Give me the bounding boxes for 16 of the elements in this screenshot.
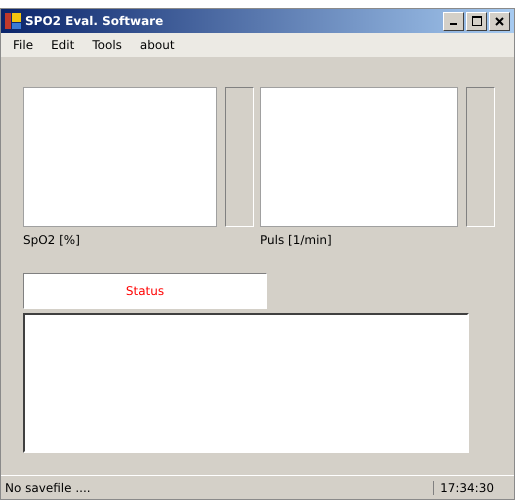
menu-item[interactable]: about xyxy=(140,38,175,52)
status-time: 17:34:30 xyxy=(433,480,500,494)
window-title: SPO2 Eval. Software xyxy=(25,14,164,28)
close-icon xyxy=(495,16,504,26)
menu-item[interactable]: Tools xyxy=(92,38,122,52)
display-label: Puls [1/min] xyxy=(260,233,333,247)
status-message: No savefile .... xyxy=(5,480,92,494)
minimize-button[interactable] xyxy=(443,12,464,30)
maximize-button[interactable] xyxy=(466,12,487,30)
status-field: Status xyxy=(23,273,267,309)
menu-item[interactable]: File xyxy=(13,38,34,52)
menu-item[interactable]: Edit xyxy=(51,38,74,52)
close-button[interactable] xyxy=(489,12,510,30)
maximize-icon xyxy=(472,16,482,26)
display-label: SpO2 [%] xyxy=(23,233,81,247)
app-icon xyxy=(5,13,21,29)
